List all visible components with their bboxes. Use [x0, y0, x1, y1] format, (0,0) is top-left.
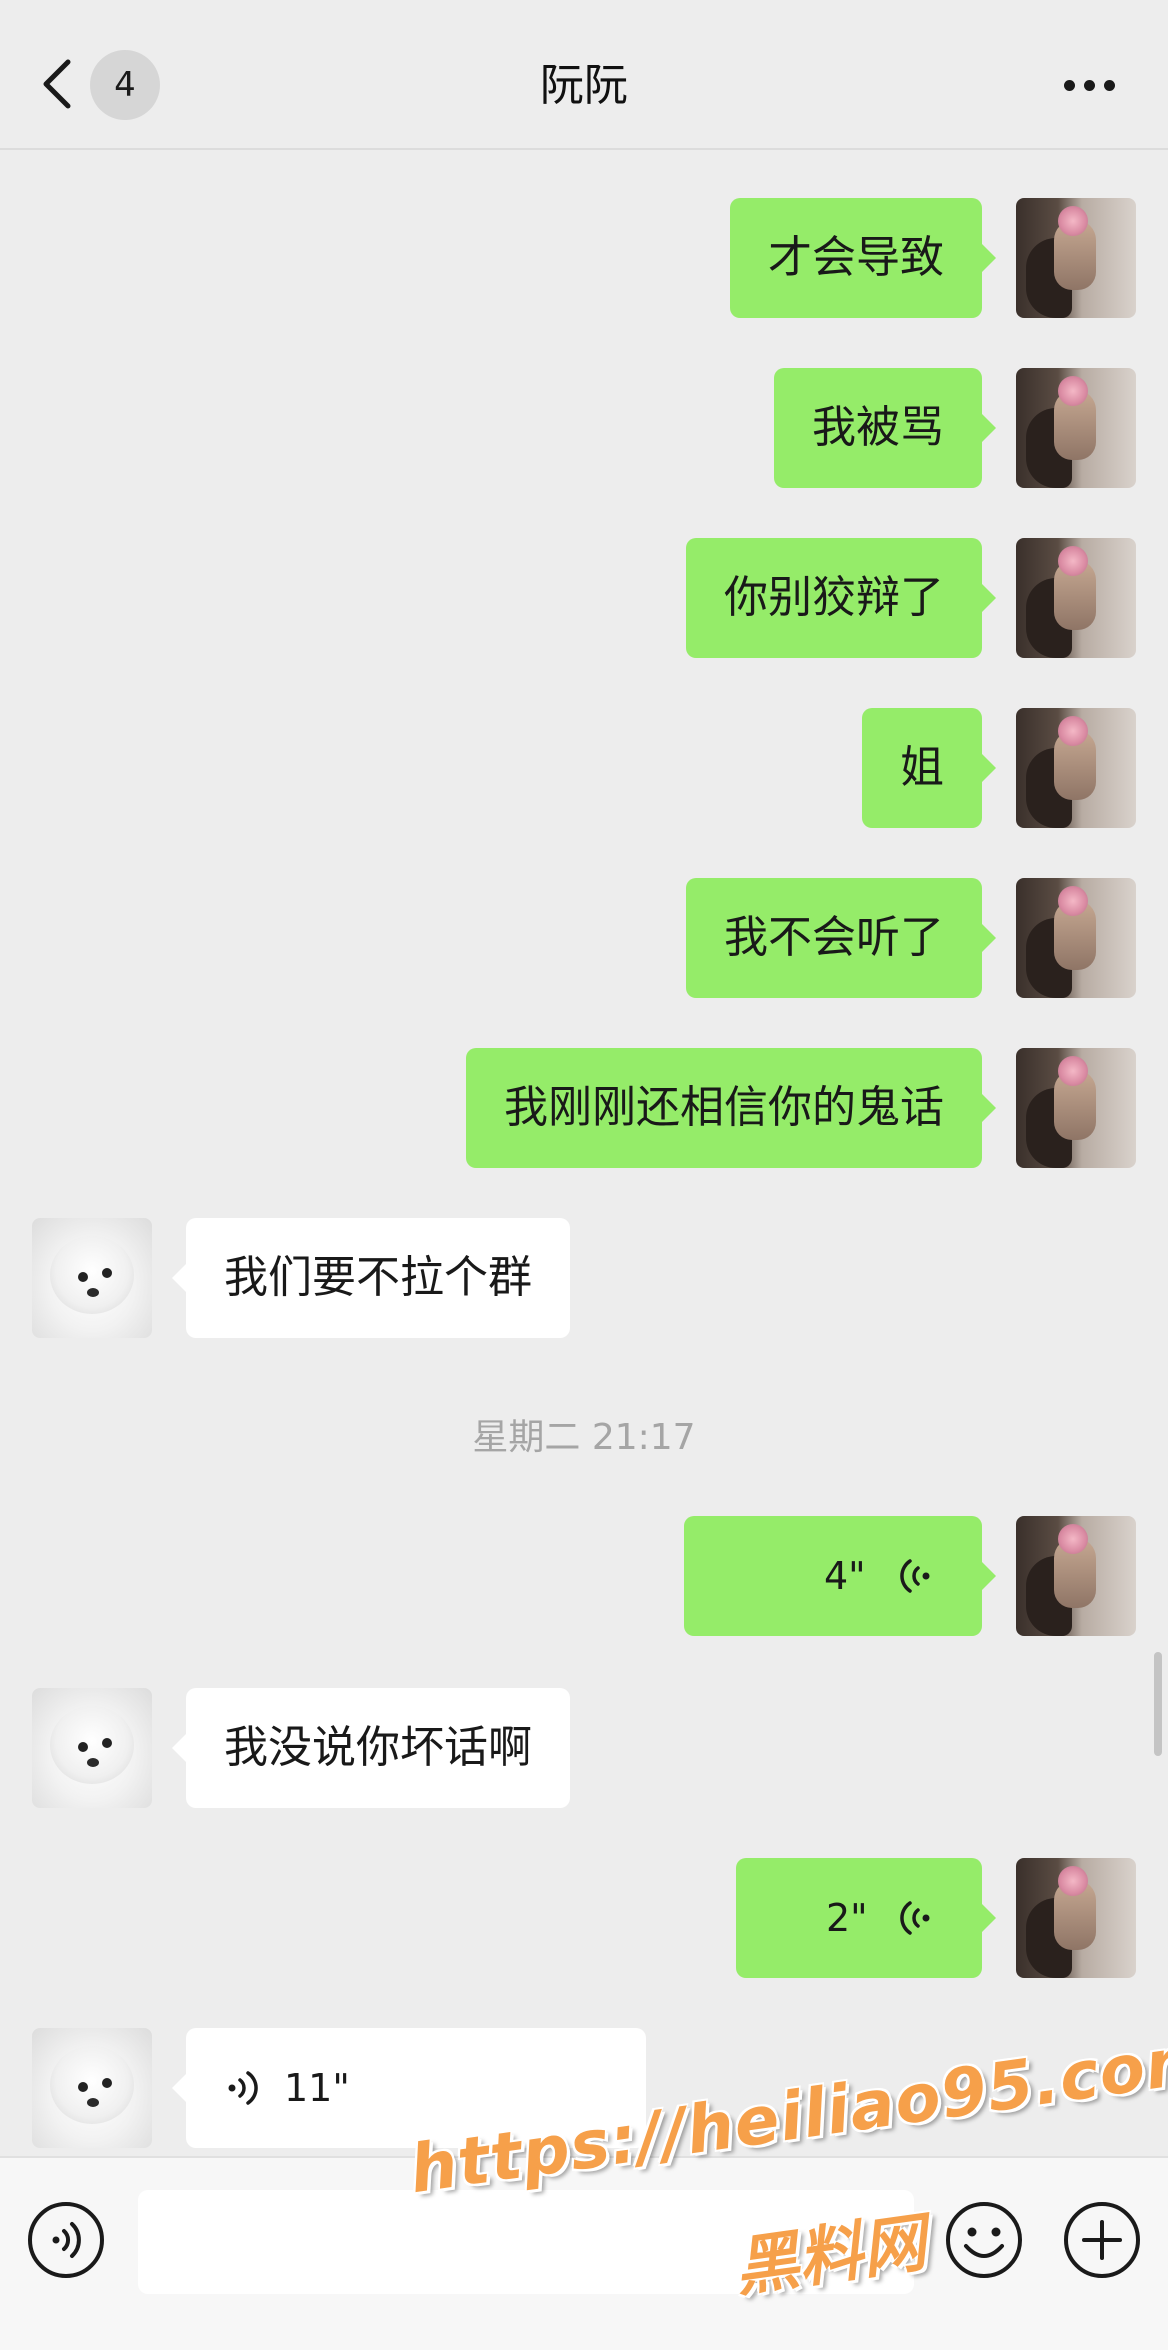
scrollbar[interactable]: [1154, 1652, 1162, 1756]
voice-wave-icon: [228, 2071, 258, 2105]
voice-duration: 4": [824, 1554, 866, 1598]
message-bubble-sent[interactable]: 我刚刚还相信你的鬼话: [466, 1048, 996, 1168]
unread-count-badge[interactable]: 4: [90, 50, 160, 120]
chat-header: 4 阮阮: [0, 0, 1168, 150]
voice-wave-icon: [900, 1901, 930, 1935]
contact-avatar[interactable]: [32, 1218, 152, 1338]
message-timestamp: 星期二 21:17: [472, 1417, 696, 1458]
voice-input-button[interactable]: [26, 2200, 106, 2280]
my-avatar[interactable]: [1016, 368, 1136, 488]
message-bubble-sent[interactable]: 才会导致: [730, 198, 996, 318]
my-avatar[interactable]: [1016, 1858, 1136, 1978]
message-row: 4": [0, 1516, 1168, 1636]
input-bar: [0, 2156, 1168, 2350]
more-icon-dot: [1084, 80, 1095, 91]
message-row: 才会导致: [0, 198, 1168, 318]
message-row: 我被骂: [0, 368, 1168, 488]
my-avatar[interactable]: [1016, 538, 1136, 658]
message-row: 你别狡辩了: [0, 538, 1168, 658]
message-row: 我刚刚还相信你的鬼话: [0, 1048, 1168, 1168]
message-row: 我们要不拉个群: [0, 1218, 1168, 1338]
voice-wave-icon: [900, 1559, 930, 1593]
more-icon: [1064, 80, 1075, 91]
plus-icon: [1064, 2202, 1140, 2278]
more-button[interactable]: [1060, 76, 1120, 96]
contact-avatar[interactable]: [32, 1688, 152, 1808]
my-avatar[interactable]: [1016, 708, 1136, 828]
my-avatar[interactable]: [1016, 198, 1136, 318]
message-bubble-received[interactable]: 我们要不拉个群: [172, 1218, 570, 1338]
my-avatar[interactable]: [1016, 1516, 1136, 1636]
voice-message-sent[interactable]: 4": [684, 1516, 996, 1636]
chevron-left-icon: [43, 59, 71, 109]
contact-avatar[interactable]: [32, 2028, 152, 2148]
my-avatar[interactable]: [1016, 1048, 1136, 1168]
voice-icon: [28, 2202, 104, 2278]
message-row: 姐: [0, 708, 1168, 828]
message-bubble-received[interactable]: 我没说你坏话啊: [172, 1688, 570, 1808]
message-row: 2": [0, 1858, 1168, 1978]
message-bubble-sent[interactable]: 姐: [862, 708, 996, 828]
voice-duration: 2": [826, 1896, 868, 1940]
more-icon-dot: [1104, 80, 1115, 91]
chat-title: 阮阮: [540, 60, 628, 111]
message-bubble-sent[interactable]: 你别狡辩了: [686, 538, 996, 658]
emoji-button[interactable]: [944, 2200, 1024, 2280]
message-bubble-sent[interactable]: 我被骂: [774, 368, 996, 488]
back-button[interactable]: [36, 54, 80, 114]
emoji-icon: [946, 2202, 1022, 2278]
message-bubble-sent[interactable]: 我不会听了: [686, 878, 996, 998]
voice-message-sent[interactable]: 2": [736, 1858, 996, 1978]
message-row: 我没说你坏话啊: [0, 1688, 1168, 1808]
my-avatar[interactable]: [1016, 878, 1136, 998]
voice-duration: 11": [284, 2066, 350, 2110]
message-row: 我不会听了: [0, 878, 1168, 998]
more-actions-button[interactable]: [1062, 2200, 1142, 2280]
